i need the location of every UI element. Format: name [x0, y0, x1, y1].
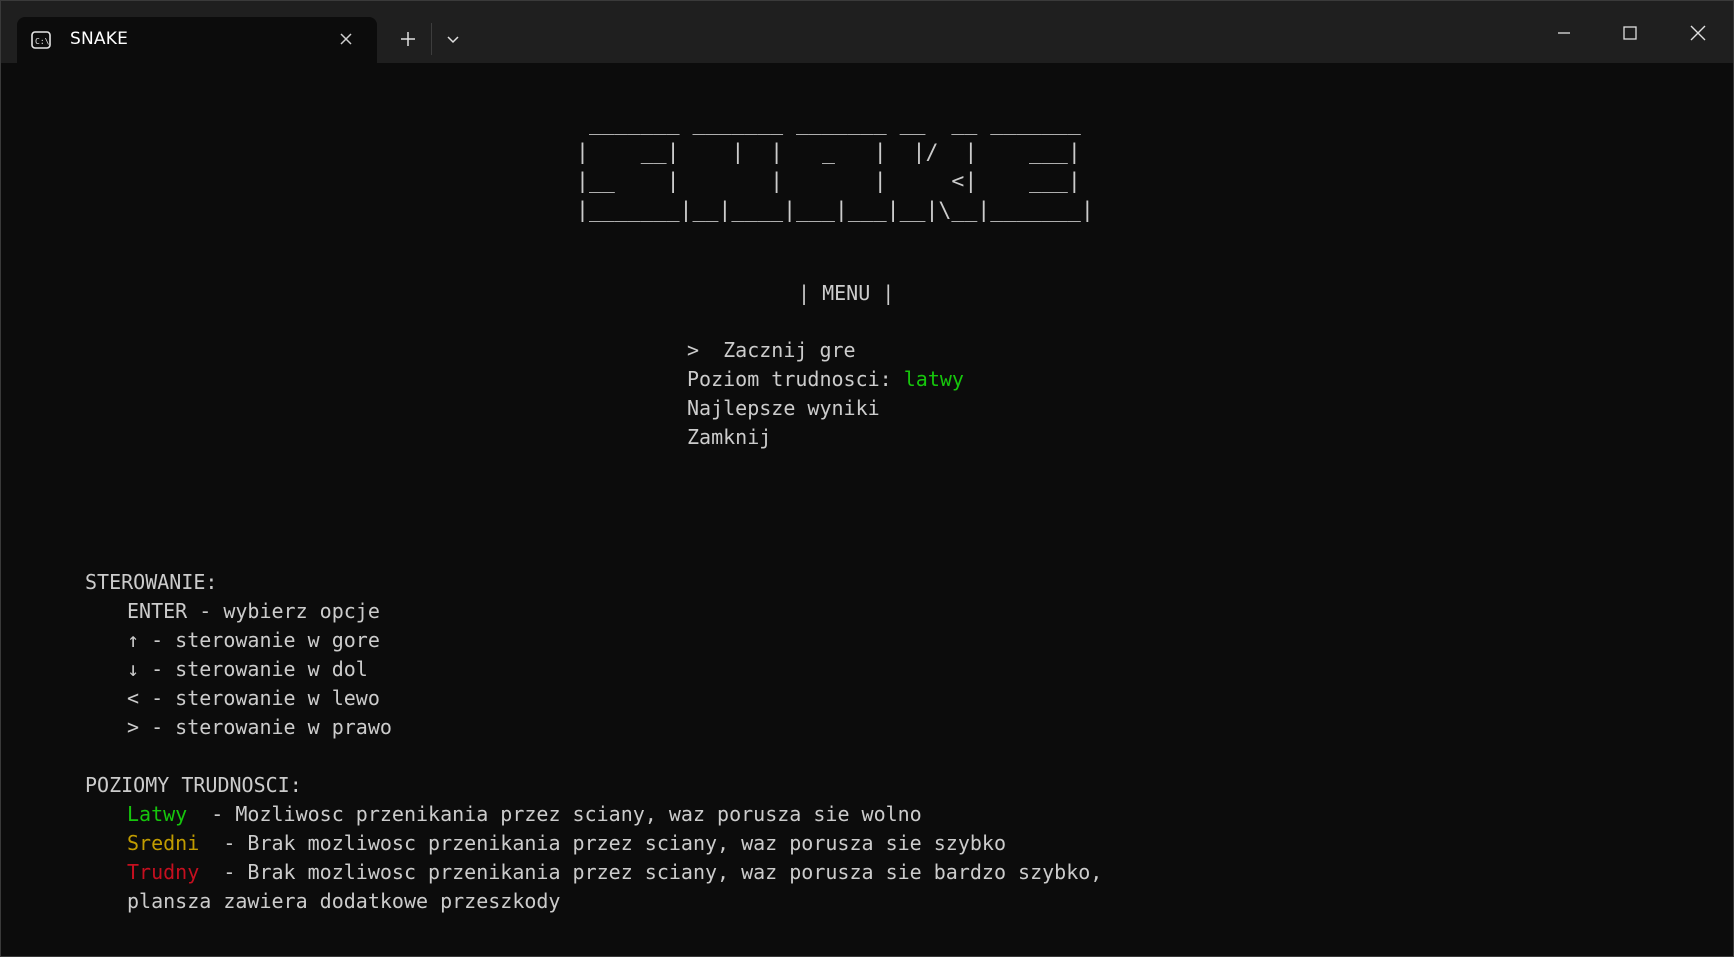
menu-title: | MENU |: [798, 281, 895, 305]
menu-item-start[interactable]: > Zacznij gre: [687, 336, 856, 365]
tab-dropdown-button[interactable]: [439, 25, 467, 53]
maximize-icon: [1623, 26, 1637, 40]
logo-line: |_______|__|____|___|___|__|\__|_______|: [576, 198, 1094, 223]
level-line: Sredni - Brak mozliwosc przenikania prze…: [127, 829, 1006, 858]
minimize-button[interactable]: [1544, 15, 1584, 51]
menu-item-difficulty[interactable]: Poziom trudnosci: latwy: [687, 365, 964, 394]
tab-title: SNAKE: [70, 29, 129, 49]
control-line: ↑ - sterowanie w gore: [127, 628, 380, 652]
levels-title: POZIOMY TRUDNOSCI:: [85, 773, 302, 797]
terminal-window: C:\ SNAKE _______ _______ _______ __ __ …: [0, 0, 1734, 957]
menu-item-highscores[interactable]: Najlepsze wyniki: [687, 394, 880, 423]
close-window-button[interactable]: [1678, 15, 1718, 51]
difficulty-label: Poziom trudnosci:: [687, 367, 892, 391]
control-line: ↓ - sterowanie w dol: [127, 657, 368, 681]
logo-line: | __| | | _ | |/ | ___|: [576, 140, 1081, 165]
terminal-content[interactable]: _______ _______ _______ __ __ _______ | …: [1, 63, 1733, 956]
control-line: > - sterowanie w prawo: [127, 715, 392, 739]
control-line: ENTER - wybierz opcje: [127, 599, 380, 623]
level-line: Latwy - Mozliwosc przenikania przez scia…: [127, 800, 922, 829]
menu-item-start-label: Zacznij gre: [723, 338, 856, 362]
difficulty-value: latwy: [903, 367, 964, 391]
level-name: Latwy: [127, 802, 188, 826]
cursor-indicator: >: [687, 338, 700, 362]
level-desc: - Mozliwosc przenikania przez sciany, wa…: [199, 802, 922, 826]
title-bar: C:\ SNAKE: [1, 1, 1733, 63]
level-name: Sredni: [127, 831, 200, 855]
controls-title: STEROWANIE:: [85, 570, 218, 594]
level-name: Trudny: [127, 860, 200, 884]
logo-line: _______ _______ _______ __ __ _______: [576, 111, 1081, 136]
close-icon: [1690, 25, 1706, 41]
close-icon[interactable]: [335, 28, 357, 50]
snake-logo: _______ _______ _______ __ __ _______ | …: [576, 109, 1094, 225]
logo-line: |__ | | | <| ___|: [576, 169, 1081, 194]
control-line: < - sterowanie w lewo: [127, 686, 380, 710]
level-desc: - Brak mozliwosc przenikania przez scian…: [211, 860, 1103, 884]
chevron-down-icon: [447, 36, 459, 44]
plus-icon: [401, 32, 415, 46]
tab-snake[interactable]: C:\ SNAKE: [17, 17, 377, 63]
divider: [431, 23, 432, 55]
maximize-button[interactable]: [1610, 15, 1650, 51]
level-line-continuation: plansza zawiera dodatkowe przeszkody: [127, 889, 561, 913]
terminal-icon: C:\: [31, 31, 51, 49]
svg-text:C:\: C:\: [35, 37, 50, 46]
minimize-icon: [1558, 32, 1570, 34]
level-line: Trudny - Brak mozliwosc przenikania prze…: [127, 858, 1102, 887]
level-desc: - Brak mozliwosc przenikania przez scian…: [211, 831, 1007, 855]
new-tab-button[interactable]: [394, 25, 422, 53]
menu-item-exit[interactable]: Zamknij: [687, 423, 771, 452]
